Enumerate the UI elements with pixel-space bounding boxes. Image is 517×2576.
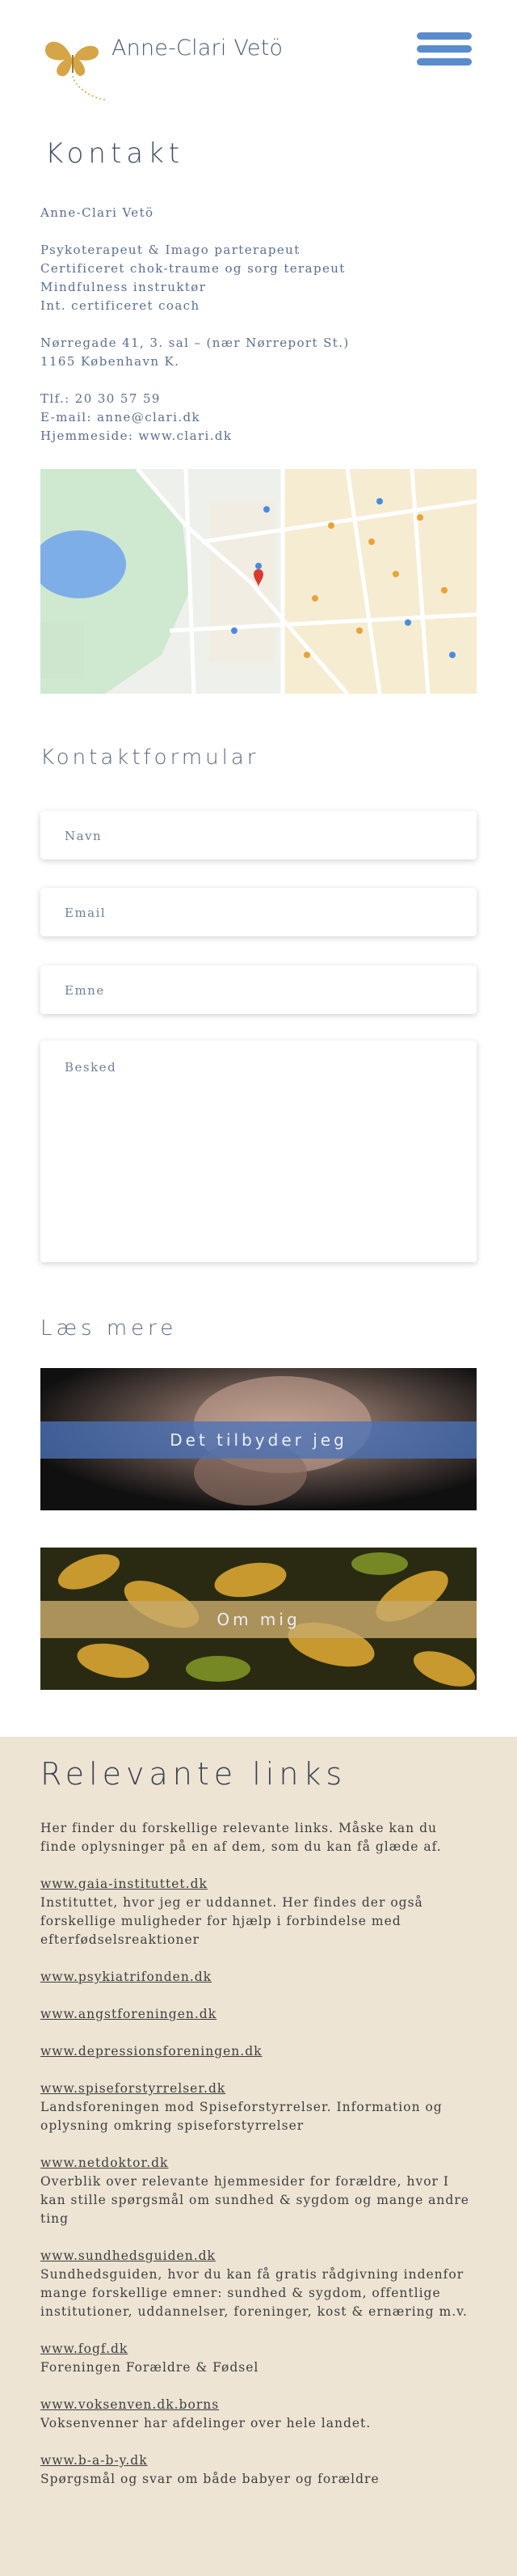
message-field[interactable]	[63, 1058, 454, 1248]
list-item: www.netdoktor.dk Overblik over relevante…	[40, 2154, 477, 2228]
relevant-links-section: Relevante links Her finder du forskellig…	[0, 1737, 517, 2576]
link-sundhedsguiden[interactable]: www.sundhedsguiden.dk	[40, 2249, 216, 2263]
link-description: Foreningen Forældre & Fødsel	[40, 2360, 259, 2375]
list-item: www.spiseforstyrrelser.dk Landsforeninge…	[40, 2080, 477, 2135]
contact-title: Int. certificeret coach	[40, 298, 200, 313]
link-description: Landsforeningen mod Spiseforstyrrelser. …	[40, 2100, 443, 2133]
list-item: www.gaia-instituttet.dk Instituttet, hvo…	[40, 1875, 477, 1949]
message-field-wrapper	[40, 1041, 477, 1262]
subject-field[interactable]	[63, 965, 454, 1016]
list-item: www.fogf.dk Foreningen Forældre & Fødsel	[40, 2340, 477, 2377]
page-title: Kontakt	[45, 137, 185, 170]
location-map[interactable]	[40, 469, 477, 694]
contact-website[interactable]: Hjemmeside: www.clari.dk	[40, 427, 493, 446]
email-field-wrapper	[40, 888, 477, 938]
contact-name: Anne-Clari Vetö	[40, 205, 154, 220]
name-field[interactable]	[63, 811, 454, 861]
form-title: Kontaktformular	[40, 745, 259, 770]
link-description: Instituttet, hvor jeg er uddannet. Her f…	[40, 1895, 423, 1947]
link-angstforeningen[interactable]: www.angstforeningen.dk	[40, 2007, 216, 2021]
list-item: www.b-a-b-y.dk Spørgsmål og svar om både…	[40, 2451, 477, 2489]
email-field[interactable]	[63, 888, 454, 938]
list-item: www.voksenven.dk.borns Voksenvenner har …	[40, 2396, 477, 2433]
contact-title: Mindfulness instruktør	[40, 280, 207, 294]
links-title: Relevante links	[40, 1756, 347, 1792]
list-item: www.sundhedsguiden.dk Sundhedsguiden, hv…	[40, 2247, 477, 2321]
contact-email[interactable]: E-mail: anne@clari.dk	[40, 408, 493, 427]
link-spiseforstyrrelser[interactable]: www.spiseforstyrrelser.dk	[40, 2081, 225, 2096]
links-intro: Her finder du forskellige relevante link…	[40, 1821, 442, 1854]
site-header: Anne-Clari Vetö	[0, 0, 517, 121]
link-baby[interactable]: www.b-a-b-y.dk	[40, 2453, 148, 2468]
hamburger-menu-icon	[417, 32, 472, 40]
butterfly-icon[interactable]	[40, 23, 105, 103]
about-tile-label: Om mig	[40, 1601, 477, 1638]
link-psykiatrifonden[interactable]: www.psykiatrifonden.dk	[40, 1970, 212, 1984]
about-tile[interactable]: Om mig	[40, 1548, 477, 1690]
offer-tile[interactable]: Det tilbyder jeg	[40, 1368, 477, 1510]
contact-address: Nørregade 41, 3. sal – (nær Nørreport St…	[40, 336, 350, 350]
contact-address: 1165 København K.	[40, 354, 180, 369]
name-field-wrapper	[40, 811, 477, 861]
list-item: www.depressionsforeningen.dk	[40, 2042, 477, 2061]
contact-info: Anne-Clari Vetö Psykoterapeut & Imago pa…	[40, 204, 493, 446]
link-gaia[interactable]: www.gaia-instituttet.dk	[40, 1877, 208, 1891]
offer-tile-label: Det tilbyder jeg	[40, 1421, 477, 1459]
subject-field-wrapper	[40, 965, 477, 1016]
list-item: www.psykiatrifonden.dk	[40, 1968, 477, 1987]
read-more-title: Læs mere	[40, 1316, 178, 1341]
link-depressionsforeningen[interactable]: www.depressionsforeningen.dk	[40, 2044, 263, 2059]
link-voksenven[interactable]: www.voksenven.dk.borns	[40, 2397, 219, 2412]
link-netdoktor[interactable]: www.netdoktor.dk	[40, 2156, 168, 2170]
link-fogf[interactable]: www.fogf.dk	[40, 2342, 128, 2356]
link-description: Voksenvenner har afdelinger over hele la…	[40, 2416, 372, 2430]
list-item: www.angstforeningen.dk	[40, 2005, 477, 2024]
menu-button[interactable]	[417, 32, 472, 71]
link-description: Spørgsmål og svar om både babyer og foræ…	[40, 2472, 380, 2486]
contact-title: Psykoterapeut & Imago parterapeut	[40, 243, 301, 257]
link-description: Overblik over relevante hjemmesider for …	[40, 2174, 469, 2226]
brand-name[interactable]: Anne-Clari Vetö	[111, 36, 283, 61]
link-description: Sundhedsguiden, hvor du kan få gratis rå…	[40, 2267, 468, 2319]
contact-title: Certificeret chok-traume og sorg terapeu…	[40, 261, 346, 276]
map-graphic	[40, 469, 477, 694]
contact-phone[interactable]: Tlf.: 20 30 57 59	[40, 390, 493, 408]
